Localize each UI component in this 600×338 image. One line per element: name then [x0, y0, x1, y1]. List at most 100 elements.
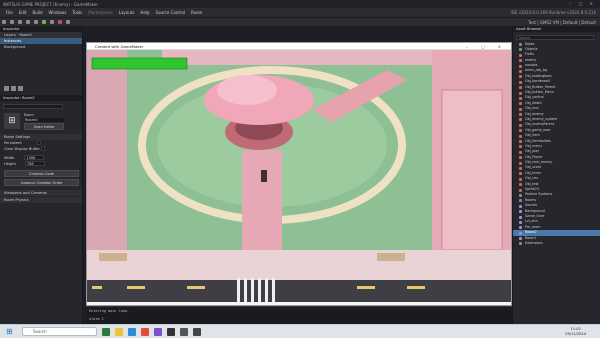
- undo-icon[interactable]: [26, 20, 30, 24]
- menu-source-control[interactable]: Source Control: [156, 10, 185, 15]
- menu-layouts[interactable]: Layouts: [119, 10, 135, 15]
- instance-order-button[interactable]: Instance Creation Order: [4, 178, 79, 186]
- room-icon: [519, 231, 522, 235]
- object-icon: [519, 91, 522, 95]
- debug-icon[interactable]: [50, 20, 54, 24]
- menu-edit[interactable]: Edit: [19, 10, 27, 15]
- game-scene[interactable]: [87, 50, 511, 302]
- health-bar: [91, 57, 188, 70]
- output-line: alarm 1: [89, 317, 104, 321]
- clear-display-checkbox[interactable]: [41, 146, 45, 151]
- app-icon[interactable]: [193, 327, 201, 336]
- tree-highlight: [217, 75, 277, 105]
- redo-icon[interactable]: [34, 20, 38, 24]
- game-window[interactable]: Created with GameMaker – ▢ ✕: [86, 42, 512, 306]
- object-icon: [519, 140, 522, 144]
- chrome-icon[interactable]: [141, 327, 149, 336]
- taskbar-search-placeholder: Search: [33, 329, 47, 334]
- inspector-search-input[interactable]: [3, 103, 63, 109]
- stop-icon[interactable]: [58, 20, 62, 24]
- clock-date: 09/11/2024: [565, 331, 586, 336]
- app-icon[interactable]: [154, 327, 162, 336]
- object-icon: [519, 118, 522, 122]
- play-icon[interactable]: [42, 20, 46, 24]
- physics-header[interactable]: Room Physics: [0, 196, 82, 203]
- menu-windows[interactable]: Windows: [49, 10, 67, 15]
- road: [87, 280, 511, 302]
- menu-marketplace[interactable]: Marketplace: [88, 10, 113, 15]
- taskbar-search[interactable]: Search: [22, 327, 97, 336]
- road-line: [407, 286, 425, 289]
- left-building: [87, 50, 127, 250]
- object-icon: [519, 156, 522, 160]
- width-input[interactable]: 1366: [24, 155, 45, 160]
- object-icon: [519, 129, 522, 133]
- asset-label: Obj_end: [525, 106, 539, 111]
- app-icon[interactable]: [102, 327, 110, 336]
- menu-help[interactable]: Help: [140, 10, 149, 15]
- save-icon[interactable]: [18, 20, 22, 24]
- menu-build[interactable]: Build: [32, 10, 42, 15]
- left-panel: Inspector Layers · Room0 Instances Backg…: [0, 26, 83, 324]
- object-icon: [519, 96, 522, 100]
- gamemaker-icon[interactable]: [167, 327, 175, 336]
- file-explorer-icon[interactable]: [115, 327, 123, 336]
- object-icon: [519, 75, 522, 79]
- road-line: [187, 286, 205, 289]
- window-controls[interactable]: – ▢ ✕: [569, 1, 596, 6]
- height-input[interactable]: 768: [24, 161, 45, 166]
- game-window-titlebar: Created with GameMaker – ▢ ✕: [87, 43, 511, 50]
- room-card: ⊞ Room Room0 Open Editor: [0, 111, 82, 132]
- asset-label: enemy: [525, 57, 537, 62]
- output-panel: Entering main loop. alarm 1: [86, 306, 512, 324]
- object-icon: [519, 161, 522, 165]
- menu-room[interactable]: Room: [191, 10, 202, 15]
- edge-icon[interactable]: [128, 327, 136, 336]
- asset-label: Obj_menu: [525, 143, 542, 148]
- creation-code-button[interactable]: Creation Code: [4, 169, 79, 177]
- toolbar: Test | GMS2 VM | Default | Default: [0, 17, 600, 26]
- object-icon: [519, 64, 522, 68]
- open-editor-button[interactable]: Open Editor: [24, 122, 64, 130]
- clean-icon[interactable]: [66, 20, 70, 24]
- object-icon: [519, 59, 522, 63]
- persistent-checkbox[interactable]: [36, 140, 41, 145]
- add-layer-icon[interactable]: [4, 85, 9, 91]
- asset-label: Obj_enemy: [525, 111, 544, 116]
- target-status[interactable]: Test | GMS2 VM | Default | Default: [528, 20, 596, 25]
- object-icon: [519, 80, 522, 84]
- height-label: Height: [4, 161, 16, 166]
- object-icon: [519, 107, 522, 111]
- asset-search-input[interactable]: Search: [516, 34, 594, 40]
- open-icon[interactable]: [10, 20, 14, 24]
- folder-label: Notes: [525, 41, 535, 46]
- asset-label: Obj_Button_Parent: [525, 84, 556, 89]
- menu-file[interactable]: File: [6, 10, 13, 15]
- game-window-title: Created with GameMaker: [95, 44, 144, 49]
- taskbar: ⊞ Search 11:02 09/11/2024: [0, 324, 600, 338]
- asset-label: Obj_timer: [525, 170, 542, 175]
- folder-icon: [519, 43, 522, 46]
- asset-label: Obj_ves: [525, 176, 538, 181]
- object-icon: [519, 113, 522, 117]
- sidewalk: [87, 250, 511, 280]
- folder-label: Rooms: [525, 197, 537, 202]
- object-icon: [519, 177, 522, 181]
- object-icon: [519, 166, 522, 170]
- clock[interactable]: 11:02 09/11/2024: [565, 327, 586, 337]
- menu-tools[interactable]: Tools: [72, 10, 82, 15]
- game-window-controls[interactable]: – ▢ ✕: [466, 43, 507, 50]
- app-icon[interactable]: [180, 327, 188, 336]
- room-list: Sounds Background Game_Over Lvl_end Pre_room…: [513, 203, 600, 241]
- folder-extensions[interactable]: Extensions: [513, 241, 600, 246]
- folder-icon[interactable]: [11, 85, 16, 91]
- new-icon[interactable]: [2, 20, 6, 24]
- viewports-header[interactable]: Viewports and Cameras: [0, 189, 82, 196]
- room-name-field[interactable]: Room0: [24, 117, 64, 122]
- window-title: WATSLIS GAME PROJECT (Enemy) - GameMaker: [3, 1, 98, 7]
- delete-icon[interactable]: [18, 85, 23, 91]
- windows-start-icon[interactable]: ⊞: [6, 328, 14, 336]
- asset-label: Obj_item: [525, 133, 540, 138]
- room-label: Sounds: [525, 203, 538, 208]
- asset-label: Obj_game_over: [525, 127, 551, 132]
